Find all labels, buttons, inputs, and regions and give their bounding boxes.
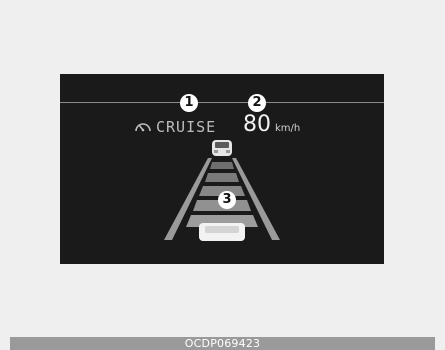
set-speed: 80 km/h xyxy=(243,112,300,138)
callout-1: 1 xyxy=(180,94,198,112)
distance-bar xyxy=(205,173,239,182)
callout-3: 3 xyxy=(218,191,236,209)
distance-bar xyxy=(210,162,234,169)
cruise-label: CRUISE xyxy=(156,118,217,136)
lane-graphic xyxy=(164,140,280,241)
cruise-indicator: CRUISE xyxy=(134,117,216,137)
image-code-bar: OCDP069423 xyxy=(10,337,435,350)
image-code: OCDP069423 xyxy=(184,337,261,350)
cluster-display: 1 2 3 CRUISE 80 km/h xyxy=(60,74,384,264)
callout-2: 2 xyxy=(248,94,266,112)
set-speed-value: 80 xyxy=(243,112,271,137)
speedometer-icon xyxy=(135,123,151,132)
set-speed-unit: km/h xyxy=(275,123,301,134)
car-icon xyxy=(199,223,245,241)
car-front-icon xyxy=(212,140,232,156)
